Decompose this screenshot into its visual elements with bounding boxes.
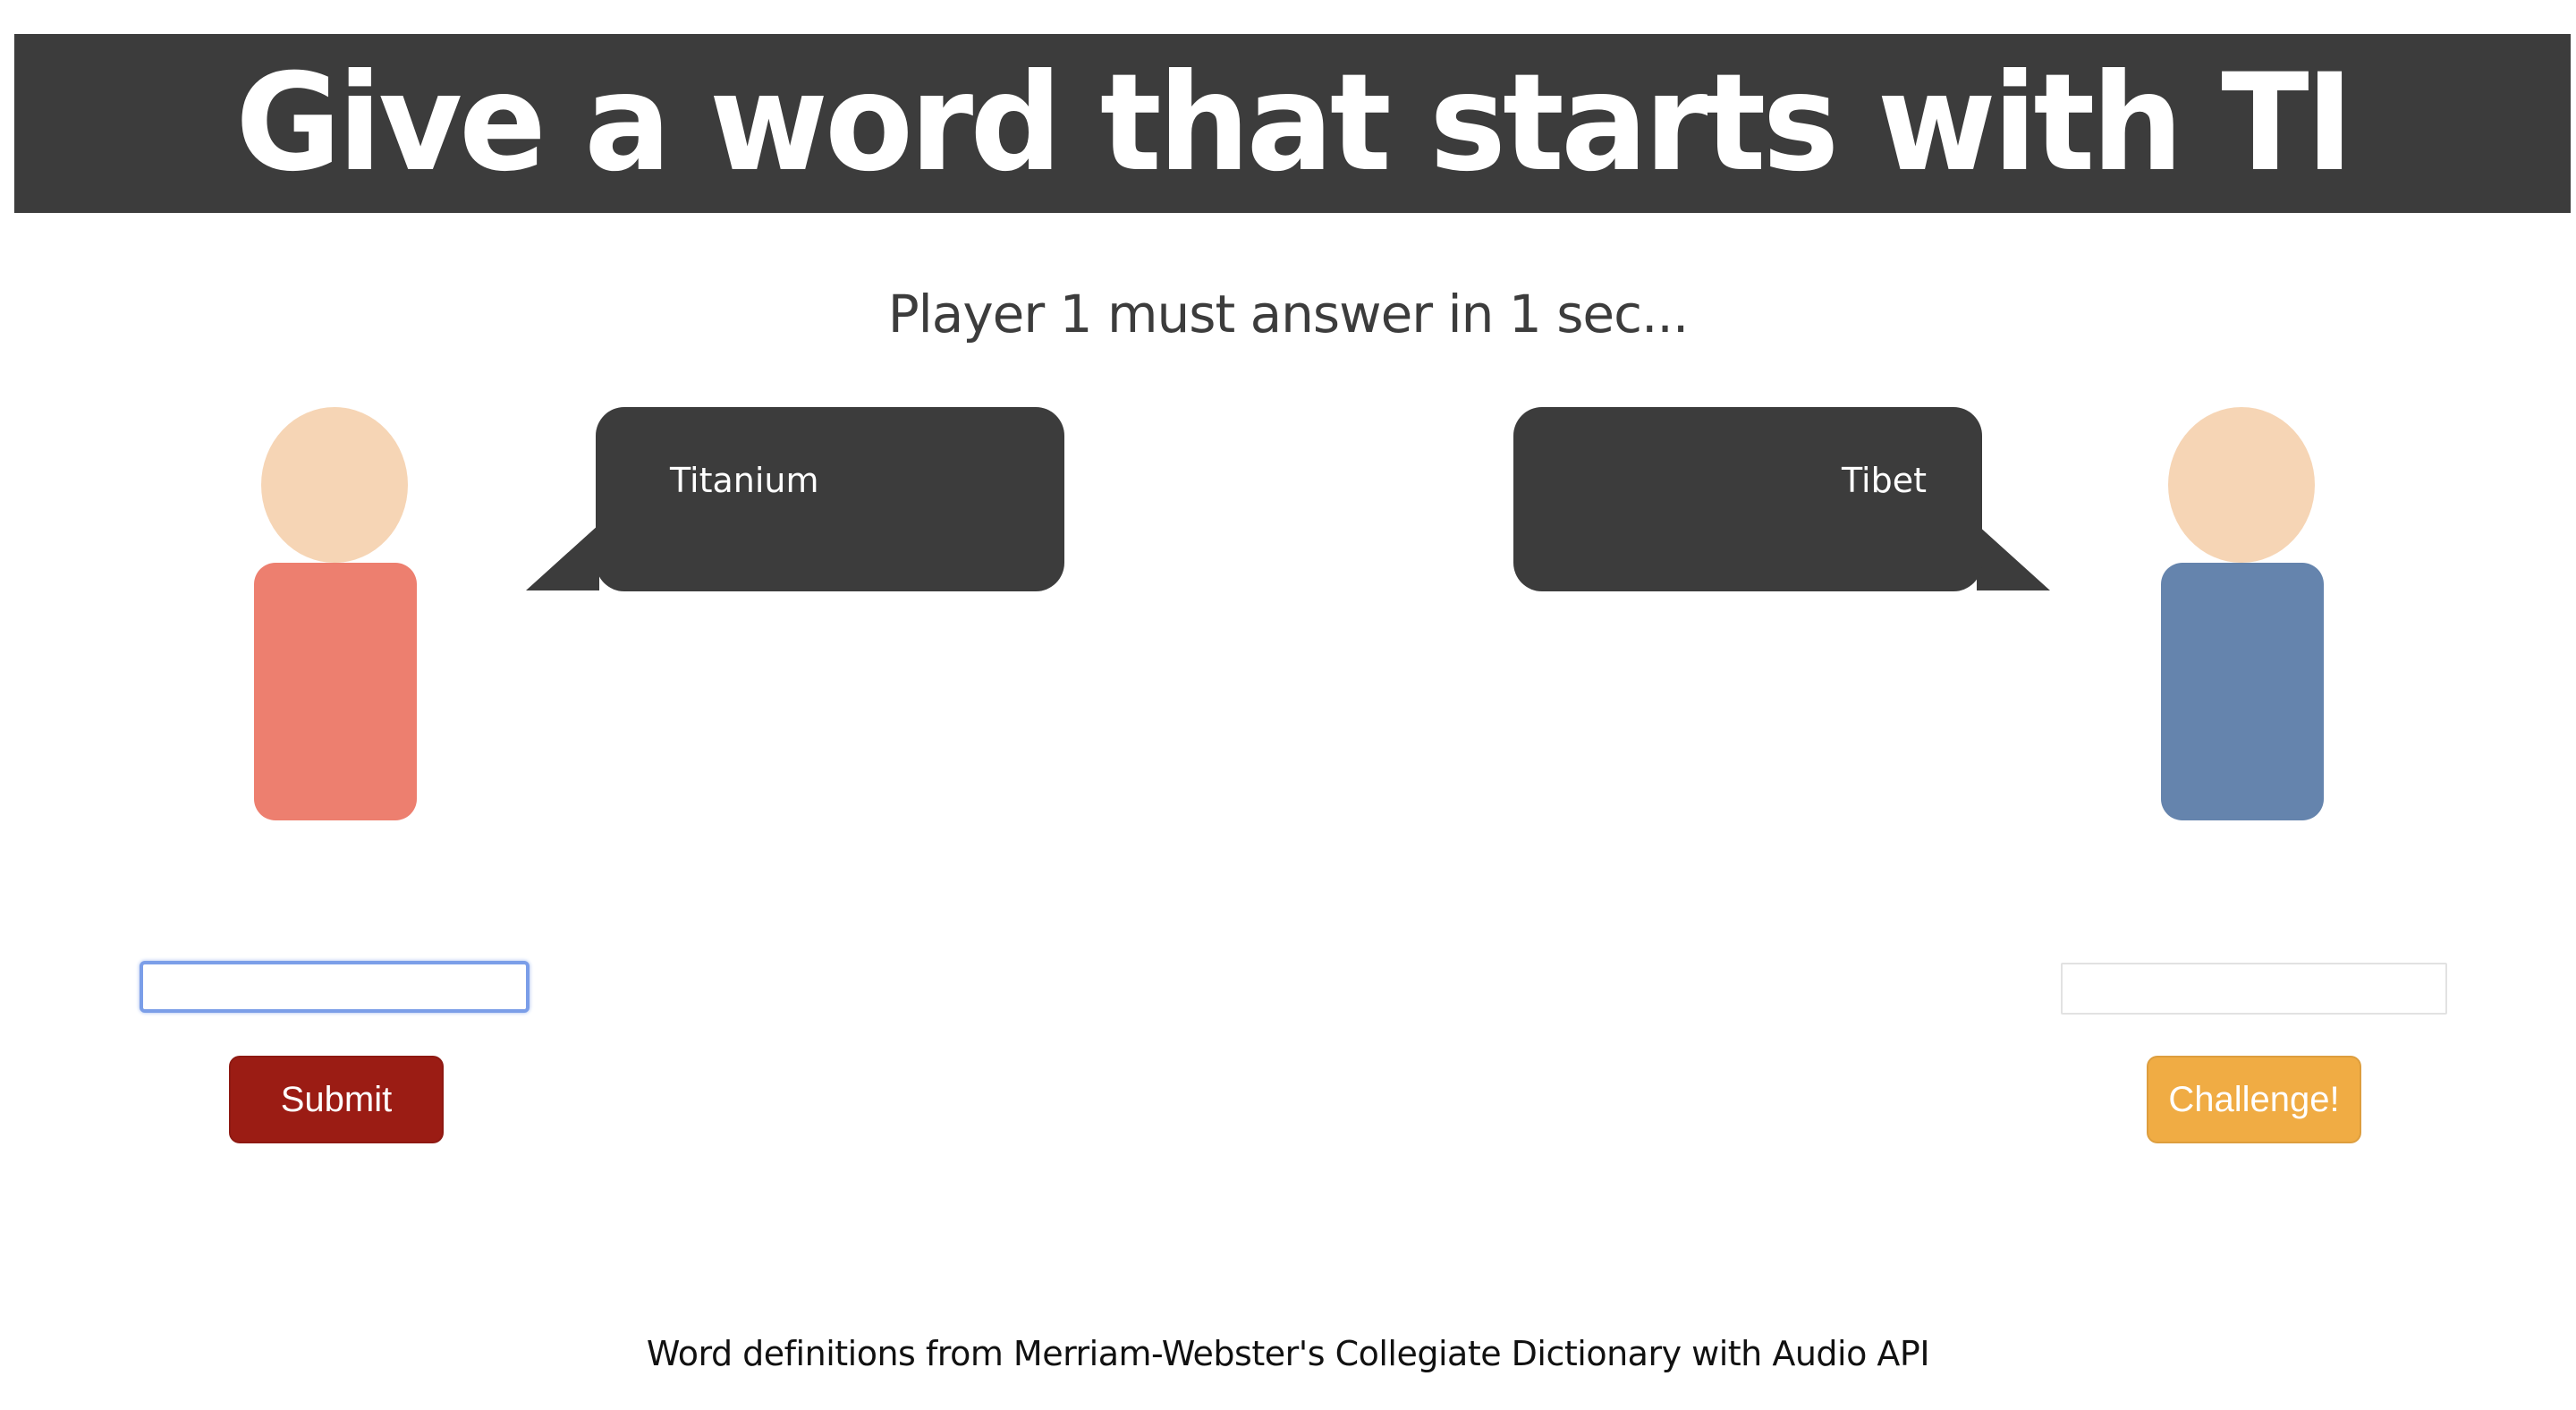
player1-body — [254, 563, 417, 820]
player2-bubble-text: Tibet — [1842, 461, 1927, 500]
player2-body — [2161, 563, 2324, 820]
dictionary-credit: Word definitions from Merriam-Webster's … — [646, 1334, 1930, 1373]
player2-head — [2168, 407, 2315, 563]
player1-head — [261, 407, 408, 563]
player2-word-input[interactable] — [2061, 963, 2447, 1015]
player1-bubble-tail — [526, 524, 599, 590]
challenge-button[interactable]: Challenge! — [2147, 1056, 2361, 1143]
header-bar: Give a word that starts with TI — [14, 34, 2571, 213]
submit-button[interactable]: Submit — [229, 1056, 444, 1143]
player2-speech-bubble: Tibet — [1513, 407, 1982, 591]
player1-bubble-text: Titanium — [670, 461, 819, 500]
player1-word-input[interactable] — [140, 961, 530, 1013]
player1-speech-bubble: Titanium — [596, 407, 1064, 591]
turn-status: Player 1 must answer in 1 sec... — [887, 284, 1690, 344]
player2-bubble-tail — [1977, 524, 2050, 590]
prompt-title: Give a word that starts with TI — [234, 46, 2353, 201]
game-stage: Give a word that starts with TI Player 1… — [0, 0, 2576, 1410]
